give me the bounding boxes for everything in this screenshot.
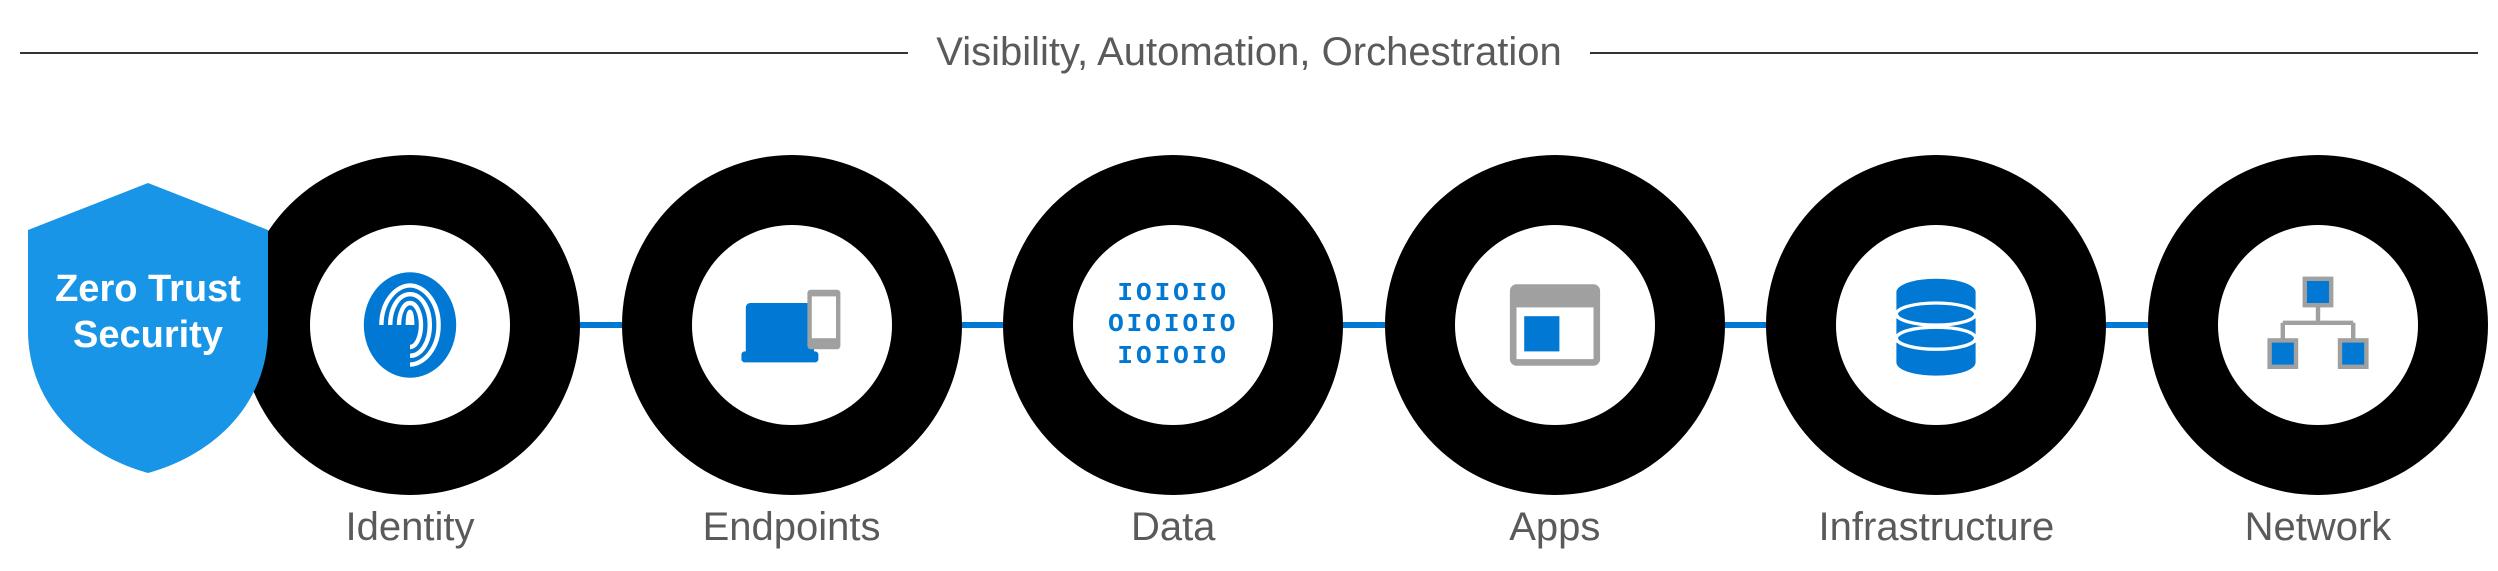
pillar-identity: Identity: [248, 155, 572, 495]
pillar-network: Network: [2156, 155, 2480, 495]
inner-data: IOIOIO OIOIOIO IOIOIO: [1073, 225, 1273, 425]
shield-label-line1: Zero TrustSecurity: [55, 268, 241, 356]
inner-endpoints: [692, 225, 892, 425]
label-apps: Apps: [1509, 505, 1600, 550]
pillar-apps: Apps: [1393, 155, 1717, 495]
binary-line-3: IOIOIO: [1108, 341, 1238, 372]
inner-infrastructure: [1836, 225, 2036, 425]
pillar-chain: Zero TrustSecurity Identi: [0, 145, 2498, 505]
pillar-infrastructure: Infrastructure: [1774, 155, 2098, 495]
zero-trust-shield: Zero TrustSecurity: [18, 175, 278, 475]
ring-data: IOIOIO OIOIOIO IOIOIO: [1003, 155, 1343, 495]
pillar-endpoints: Endpoints: [630, 155, 954, 495]
label-identity: Identity: [346, 505, 475, 550]
pillars-row: Identity Endpoints: [248, 155, 2480, 495]
inner-identity: [310, 225, 510, 425]
label-infrastructure: Infrastructure: [1819, 505, 2055, 550]
ring-identity: [240, 155, 580, 495]
inner-network: [2218, 225, 2418, 425]
divider-left: [20, 52, 908, 54]
binary-icon: IOIOIO OIOIOIO IOIOIO: [1108, 278, 1238, 372]
inner-apps: [1455, 225, 1655, 425]
label-data: Data: [1131, 505, 1216, 550]
fingerprint-icon: [355, 270, 465, 380]
divider-right: [1590, 52, 2478, 54]
app-window-icon: [1500, 270, 1610, 380]
database-icon: [1881, 270, 1991, 380]
label-network: Network: [2245, 505, 2392, 550]
ring-endpoints: [622, 155, 962, 495]
diagram-title: Visibility, Automation, Orchestration: [908, 30, 1589, 75]
ring-infrastructure: [1766, 155, 2106, 495]
ring-network: [2148, 155, 2488, 495]
shield-label: Zero TrustSecurity: [55, 267, 241, 382]
zero-trust-diagram: Visibility, Automation, Orchestration Ze…: [0, 0, 2498, 571]
label-endpoints: Endpoints: [703, 505, 881, 550]
binary-line-2: OIOIOIO: [1108, 309, 1238, 340]
header-bar: Visibility, Automation, Orchestration: [0, 30, 2498, 75]
devices-icon: [737, 270, 847, 380]
binary-line-1: IOIOIO: [1108, 278, 1238, 309]
pillar-data: IOIOIO OIOIOIO IOIOIO Data: [1011, 155, 1335, 495]
network-icon: [2263, 270, 2373, 380]
ring-apps: [1385, 155, 1725, 495]
